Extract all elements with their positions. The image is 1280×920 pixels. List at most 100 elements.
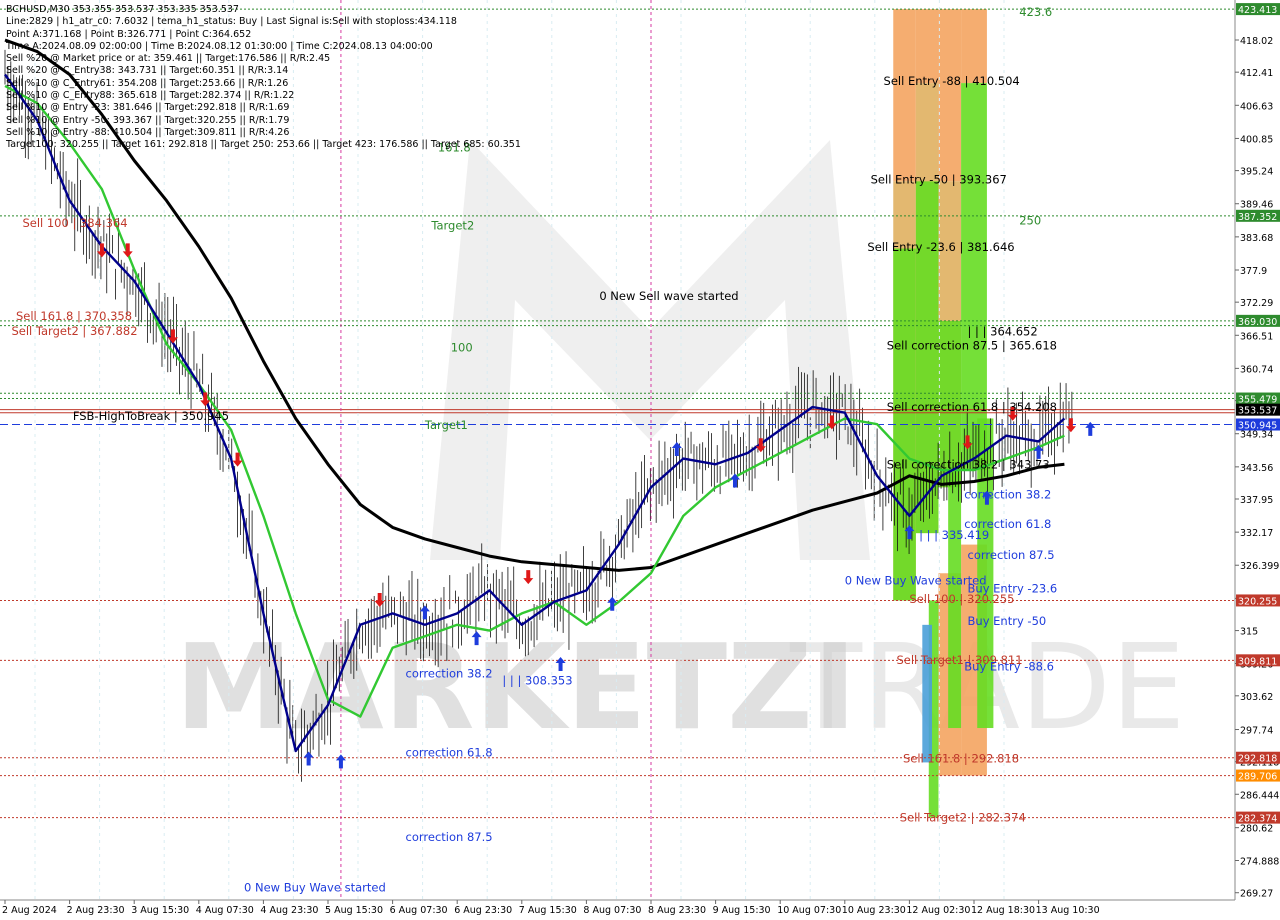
annotation-label: Sell Entry -50 | 393.367 (871, 172, 1007, 186)
price-badge-label: 282.374 (1238, 814, 1277, 825)
info-line-points: Point A:371.168 | Point B:326.771 | Poin… (6, 28, 252, 40)
y-tick-label: 372.29 (1240, 298, 1273, 309)
price-badge-label: 292.818 (1238, 754, 1277, 765)
y-tick-label: 395.24 (1240, 167, 1273, 178)
zone-rect (915, 9, 939, 84)
annotation-label: Sell correction 87.5 | 365.618 (887, 339, 1057, 353)
annotation-label: Sell 100 | 384.364 (22, 216, 127, 230)
y-tick-label: 326.399 (1240, 561, 1279, 572)
price-badge-label: 353.537 (1238, 406, 1277, 417)
info-line-entry-23: Sell %10 @ Entry -23: 381.646 || Target:… (6, 102, 290, 114)
annotation-label: Buy Entry -23.6 (968, 582, 1058, 596)
annotation-label: Sell 161.8 | 292.818 (903, 751, 1019, 765)
annotation-label: 250 (1019, 214, 1041, 228)
y-tick-label: 400.85 (1240, 134, 1273, 145)
indicator-info-panel: BCHUSD,M30 353.355 353.537 353.335 353.5… (6, 4, 521, 152)
annotation-label: Sell Entry -23.6 | 381.646 (867, 240, 1014, 254)
annotation-label: Target1 (424, 418, 468, 432)
x-tick-label: 12 Aug 18:30 (971, 905, 1035, 916)
x-tick-label: 8 Aug 07:30 (583, 905, 641, 916)
x-tick-label: 7 Aug 15:30 (519, 905, 577, 916)
info-line-market: Sell %20 @ Market price or at: 359.461 |… (6, 53, 331, 65)
x-tick-label: 6 Aug 23:30 (454, 905, 512, 916)
info-line-symbol: BCHUSD,M30 353.355 353.537 353.335 353.5… (6, 4, 239, 15)
annotation-label: Sell 161.8 | 370.358 (16, 309, 132, 323)
annotation-label: 0 New Buy Wave started (845, 574, 987, 588)
annotation-label: correction 87.5 (406, 830, 493, 844)
annotation-label: Sell Target2 | 367.882 (11, 324, 137, 338)
annotation-label: correction 38.2 (406, 667, 493, 681)
zone-rect (922, 624, 933, 763)
x-tick-label: 4 Aug 07:30 (196, 905, 254, 916)
annotation-label: Buy Entry -88.6 (964, 660, 1054, 674)
y-tick-label: 418.02 (1240, 36, 1273, 47)
annotation-label: | | | 364.652 (968, 324, 1038, 338)
x-tick-label: 12 Aug 02:30 (906, 905, 970, 916)
x-tick-label: 13 Aug 10:30 (1036, 905, 1100, 916)
y-tick-label: 383.68 (1240, 233, 1273, 244)
y-tick-label: 406.63 (1240, 101, 1273, 112)
annotation-label: correction 87.5 (968, 548, 1055, 562)
annotation-label: 423.6 (1019, 5, 1052, 19)
price-badge-label: 369.030 (1238, 317, 1277, 328)
info-line-entry-88: Sell %10 @ Entry -88: 410.504 || Target:… (6, 126, 290, 138)
x-tick-label: 8 Aug 23:30 (648, 905, 706, 916)
x-tick-label: 2 Aug 2024 (2, 905, 57, 916)
annotation-label: 100 (451, 340, 473, 354)
y-tick-label: 315 (1240, 627, 1258, 638)
info-line-entry88: Sell %10 @ C_Entry88: 365.618 || Target:… (6, 90, 295, 102)
price-badge-label: 320.255 (1238, 596, 1277, 607)
annotation-label: | | | 335.419 (919, 528, 989, 542)
price-badge-label: 350.945 (1238, 421, 1277, 432)
info-line-entry-50: Sell %10 @ Entry -50: 393.367 || Target:… (6, 114, 290, 126)
y-tick-label: 332.17 (1240, 528, 1273, 539)
y-tick-label: 412.41 (1240, 68, 1273, 79)
y-tick-label: 274.888 (1240, 857, 1279, 868)
annotation-label: 0 New Buy Wave started (244, 880, 386, 894)
x-axis: 2 Aug 2024 2 Aug 23:30 3 Aug 15:30 4 Aug 07… (2, 900, 1100, 916)
y-tick-label: 343.56 (1240, 463, 1273, 474)
info-line-entry61: Sell %10 @ C_Entry61: 354.208 || Target:… (6, 77, 289, 89)
annotation-label: Sell Entry -88 | 410.504 (884, 74, 1020, 88)
annotation-label: Sell correction 38.2 | 343.73 (887, 457, 1050, 471)
x-tick-label: 4 Aug 23:30 (260, 905, 318, 916)
info-line-targets: Target100: 320.255 || Target 161: 292.81… (6, 139, 521, 151)
y-tick-label: 366.51 (1240, 331, 1273, 342)
y-tick-label: 269.27 (1240, 889, 1273, 900)
price-badge-label: 309.811 (1238, 656, 1277, 667)
y-tick-label: 389.46 (1240, 200, 1273, 211)
y-tick-label: 377.9 (1240, 266, 1267, 277)
annotation-label: correction 61.8 (406, 746, 493, 760)
y-tick-label: 286.444 (1240, 790, 1279, 801)
zone-rect (961, 9, 987, 84)
annotation-label: FSB-HighToBreak | 350.945 (73, 409, 229, 423)
y-tick-label: 280.62 (1240, 824, 1273, 835)
y-axis: 269.27274.888280.62286.444292.118297.743… (1235, 3, 1280, 900)
annotation-label: Target2 (430, 218, 474, 232)
x-tick-label: 2 Aug 23:30 (67, 905, 125, 916)
price-badge-label: 387.352 (1238, 212, 1277, 223)
x-tick-label: 5 Aug 15:30 (325, 905, 383, 916)
info-line-times: Time A:2024.08.09 02:00:00 | Time B:2024… (6, 40, 433, 52)
x-tick-label: 10 Aug 07:30 (777, 905, 841, 916)
x-tick-label: 10 Aug 23:30 (842, 905, 906, 916)
annotation-label: correction 38.2 (964, 488, 1051, 502)
zone-rect (938, 9, 962, 182)
y-tick-label: 303.62 (1240, 692, 1273, 703)
annotation-label: Buy Entry -50 (968, 614, 1047, 628)
annotation-label: | | | 308.353 (502, 673, 572, 687)
x-tick-label: 9 Aug 15:30 (713, 905, 771, 916)
y-tick-label: 297.74 (1240, 726, 1273, 737)
zone-rect (893, 9, 916, 182)
y-tick-label: 337.95 (1240, 495, 1273, 506)
info-line-status: Line:2829 | h1_atr_c0: 7.6032 | tema_h1_… (6, 16, 457, 28)
annotation-label: 0 New Sell wave started (599, 289, 738, 303)
x-tick-label: 6 Aug 07:30 (390, 905, 448, 916)
x-tick-label: 3 Aug 15:30 (131, 905, 189, 916)
annotation-label: Sell correction 61.8 | 354.208 (887, 400, 1057, 414)
info-line-entry38: Sell %20 @ C_Entry38: 343.731 || Target:… (6, 65, 289, 77)
y-tick-label: 360.74 (1240, 364, 1273, 375)
annotation-label: Sell Target2 | 282.374 (900, 810, 1026, 824)
price-badge-label: 289.706 (1238, 772, 1277, 783)
price-badge-label: 423.413 (1238, 5, 1277, 16)
